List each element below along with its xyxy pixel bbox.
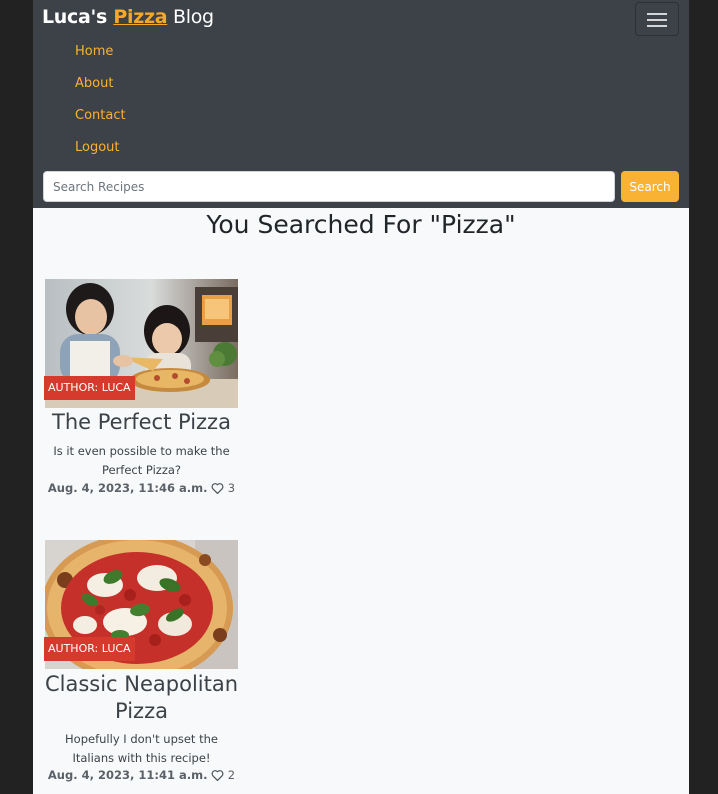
nav-link-contact[interactable]: Contact [75,108,126,123]
brand-logo[interactable]: Luca's Pizza Blog [42,6,214,28]
navbar-toggler-button[interactable] [635,2,679,36]
hamburger-icon [647,13,667,15]
card-title[interactable]: Classic Neapolitan Pizza [44,671,239,725]
brand-part-3: Blog [167,6,214,28]
card-meta: Aug. 4, 2023, 11:46 a.m. 3 [44,481,239,497]
card-date: Aug. 4, 2023, 11:41 a.m. [47,768,208,782]
author-badge: AUTHOR: LUCA [44,637,135,661]
card-description: Hopefully I don't upset the Italians wit… [65,732,218,765]
search-button[interactable]: Search [621,171,679,202]
nav-link-home[interactable]: Home [75,44,113,59]
like-count: 3 [227,481,236,495]
search-input[interactable] [43,171,615,202]
brand-part-2: Pizza [113,6,168,28]
search-results-heading: You Searched For "Pizza" [206,210,516,239]
card-date: Aug. 4, 2023, 11:46 a.m. [47,481,208,495]
heart-icon[interactable] [211,769,224,784]
hamburger-icon [647,19,667,21]
card-description: Is it even possible to make the Perfect … [53,444,230,477]
card-meta: Aug. 4, 2023, 11:41 a.m. 2 [44,768,239,784]
heart-icon[interactable] [211,482,224,497]
page: Luca's Pizza Blog Home About Contact Log… [33,0,689,794]
like-count: 2 [227,768,236,782]
hamburger-icon [647,25,667,27]
author-badge: AUTHOR: LUCA [44,376,135,400]
brand-part-1: Luca's [42,6,114,28]
nav-link-logout[interactable]: Logout [75,140,120,155]
nav-link-about[interactable]: About [75,76,113,91]
card-title[interactable]: The Perfect Pizza [44,409,239,436]
navbar: Luca's Pizza Blog Home About Contact Log… [33,0,689,208]
